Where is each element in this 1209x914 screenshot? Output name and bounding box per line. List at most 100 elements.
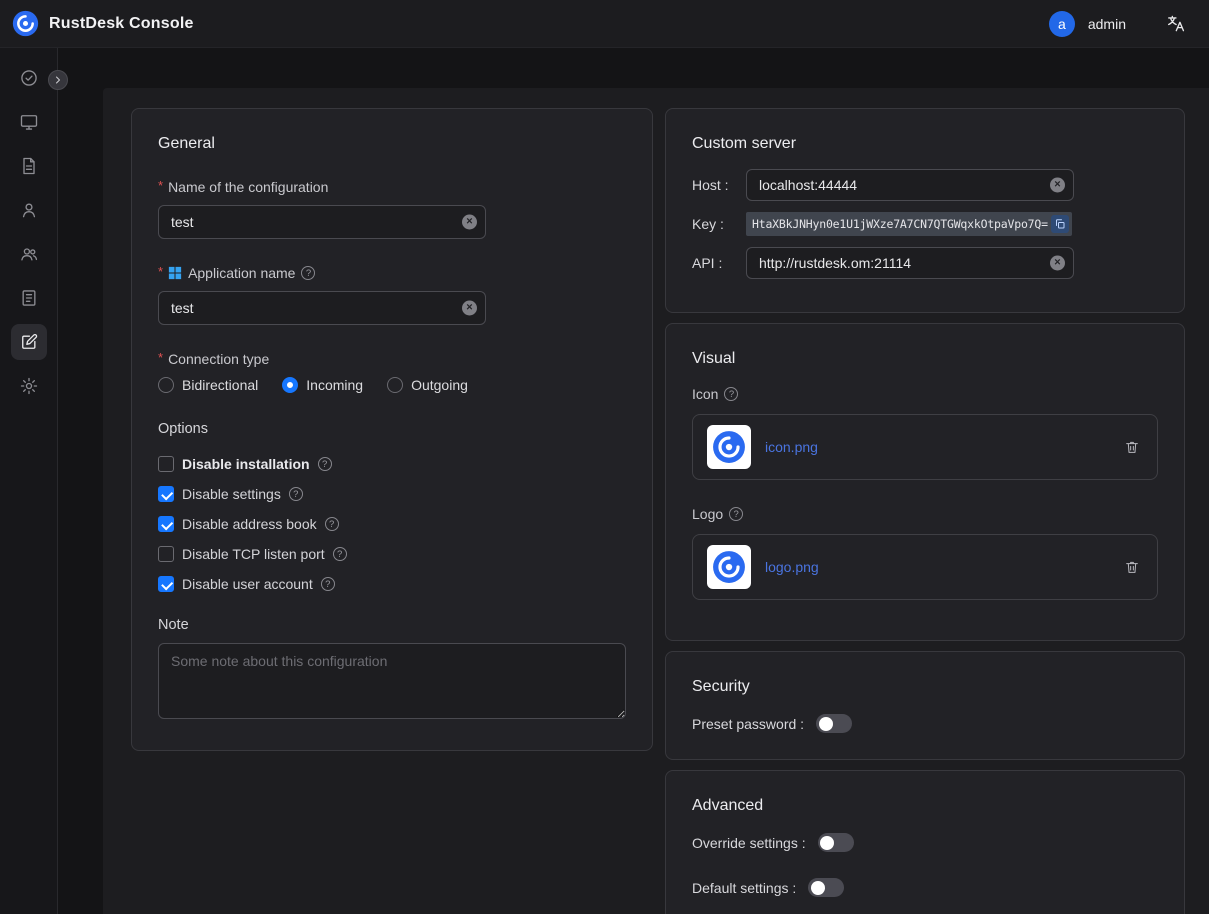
rustdesk-logo-icon [712,430,746,464]
app-name-field-label: * Application name ? [158,265,626,281]
help-icon[interactable]: ? [729,507,743,521]
radio-control[interactable] [282,377,298,393]
radio-incoming[interactable]: Incoming [282,377,363,393]
api-input-wrap: × [746,247,1074,279]
icon-preview [707,425,751,469]
logo-upload-label: Logo ? [692,506,1158,522]
app-name-label-text: Application name [188,265,295,281]
delete-icon[interactable] [1121,436,1143,458]
avatar[interactable]: a [1049,11,1075,37]
host-input-wrap: × [746,169,1074,201]
chevron-right-icon [52,74,64,86]
override-settings-label: Override settings : [692,835,806,851]
sidebar-item-settings[interactable] [11,368,47,404]
copy-icon[interactable] [1051,215,1069,233]
checkbox-control[interactable] [158,486,174,502]
help-icon[interactable]: ? [333,547,347,561]
connection-type-label-text: Connection type [168,351,269,367]
app-title: RustDesk Console [49,15,194,33]
clear-icon[interactable]: × [1050,178,1065,193]
radio-control[interactable] [387,377,403,393]
sidebar [0,48,58,914]
api-label: API : [692,255,746,271]
sidebar-item-user[interactable] [11,192,47,228]
radio-bidirectional[interactable]: Bidirectional [158,377,258,393]
clear-icon[interactable]: × [1050,256,1065,271]
note-label: Note [158,617,626,633]
checkbox-disable-address-book[interactable]: Disable address book ? [158,513,626,535]
help-icon[interactable]: ? [724,387,738,401]
top-bar: RustDesk Console a admin [0,0,1209,48]
user-menu[interactable]: admin [1088,16,1126,32]
name-field-label: * Name of the configuration [158,179,626,195]
help-icon[interactable]: ? [301,266,315,280]
right-column: Custom server Host : × Key : HtaXBkJNHyn… [665,108,1185,914]
sidebar-expand-button[interactable] [48,70,68,90]
translate-icon[interactable] [1163,12,1187,36]
override-settings-toggle[interactable] [818,833,854,852]
header-right: a admin [1049,11,1187,37]
monitor-icon [19,112,39,132]
help-icon[interactable]: ? [325,517,339,531]
api-input[interactable] [746,247,1074,279]
host-label: Host : [692,177,746,193]
checkbox-label: Disable settings [182,486,281,502]
options-label: Options [158,421,626,437]
security-title: Security [692,678,1158,696]
circle-check-icon [19,68,39,88]
brand: RustDesk Console [12,10,194,37]
radio-control[interactable] [158,377,174,393]
key-value-chip: HtaXBkJNHyn0e1U1jWXze7A7CN7QTGWqxkOtpaVp… [746,212,1072,236]
checkbox-disable-tcp-listen-port[interactable]: Disable TCP listen port ? [158,543,626,565]
sidebar-item-logs[interactable] [11,280,47,316]
note-textarea[interactable] [158,643,626,719]
logo-file-link[interactable]: logo.png [765,559,819,575]
app-name-input-wrap: × [158,291,486,325]
gear-icon [19,376,39,396]
default-settings-row: Default settings : [692,878,1158,897]
rustdesk-logo-icon [712,550,746,584]
custom-server-card: Custom server Host : × Key : HtaXBkJNHyn… [665,108,1185,313]
delete-icon[interactable] [1121,556,1143,578]
radio-label: Bidirectional [182,377,258,393]
visual-card: Visual Icon ? icon.png [665,323,1185,641]
file-icon [19,156,39,176]
radio-outgoing[interactable]: Outgoing [387,377,468,393]
host-row: Host : × [692,169,1158,201]
checkbox-control[interactable] [158,456,174,472]
help-icon[interactable]: ? [318,457,332,471]
visual-title: Visual [692,350,1158,368]
connection-type-radio-group: Bidirectional Incoming Outgoing [158,377,626,393]
help-icon[interactable]: ? [321,577,335,591]
checkbox-disable-user-account[interactable]: Disable user account ? [158,573,626,595]
clear-icon[interactable]: × [462,215,477,230]
name-label-text: Name of the configuration [168,179,328,195]
help-icon[interactable]: ? [289,487,303,501]
icon-upload-label: Icon ? [692,386,1158,402]
name-input[interactable] [158,205,486,239]
icon-file-link[interactable]: icon.png [765,439,818,455]
default-settings-toggle[interactable] [808,878,844,897]
checkbox-control[interactable] [158,576,174,592]
general-title: General [158,135,626,153]
sidebar-item-devices[interactable] [11,104,47,140]
sidebar-item-documents[interactable] [11,148,47,184]
sidebar-item-custom-clients[interactable] [11,324,47,360]
preset-password-toggle[interactable] [816,714,852,733]
log-icon [19,288,39,308]
sidebar-item-status[interactable] [11,60,47,96]
checkbox-control[interactable] [158,516,174,532]
checkbox-control[interactable] [158,546,174,562]
default-settings-label: Default settings : [692,880,796,896]
checkbox-disable-installation[interactable]: Disable installation ? [158,453,626,475]
host-input[interactable] [746,169,1074,201]
checkbox-disable-settings[interactable]: Disable settings ? [158,483,626,505]
sidebar-item-groups[interactable] [11,236,47,272]
checkbox-label: Disable user account [182,576,313,592]
checkbox-label: Disable TCP listen port [182,546,325,562]
required-mark: * [158,264,163,279]
clear-icon[interactable]: × [462,301,477,316]
options-list: Disable installation ? Disable settings … [158,453,626,595]
icon-label-text: Icon [692,386,718,402]
app-name-input[interactable] [158,291,486,325]
